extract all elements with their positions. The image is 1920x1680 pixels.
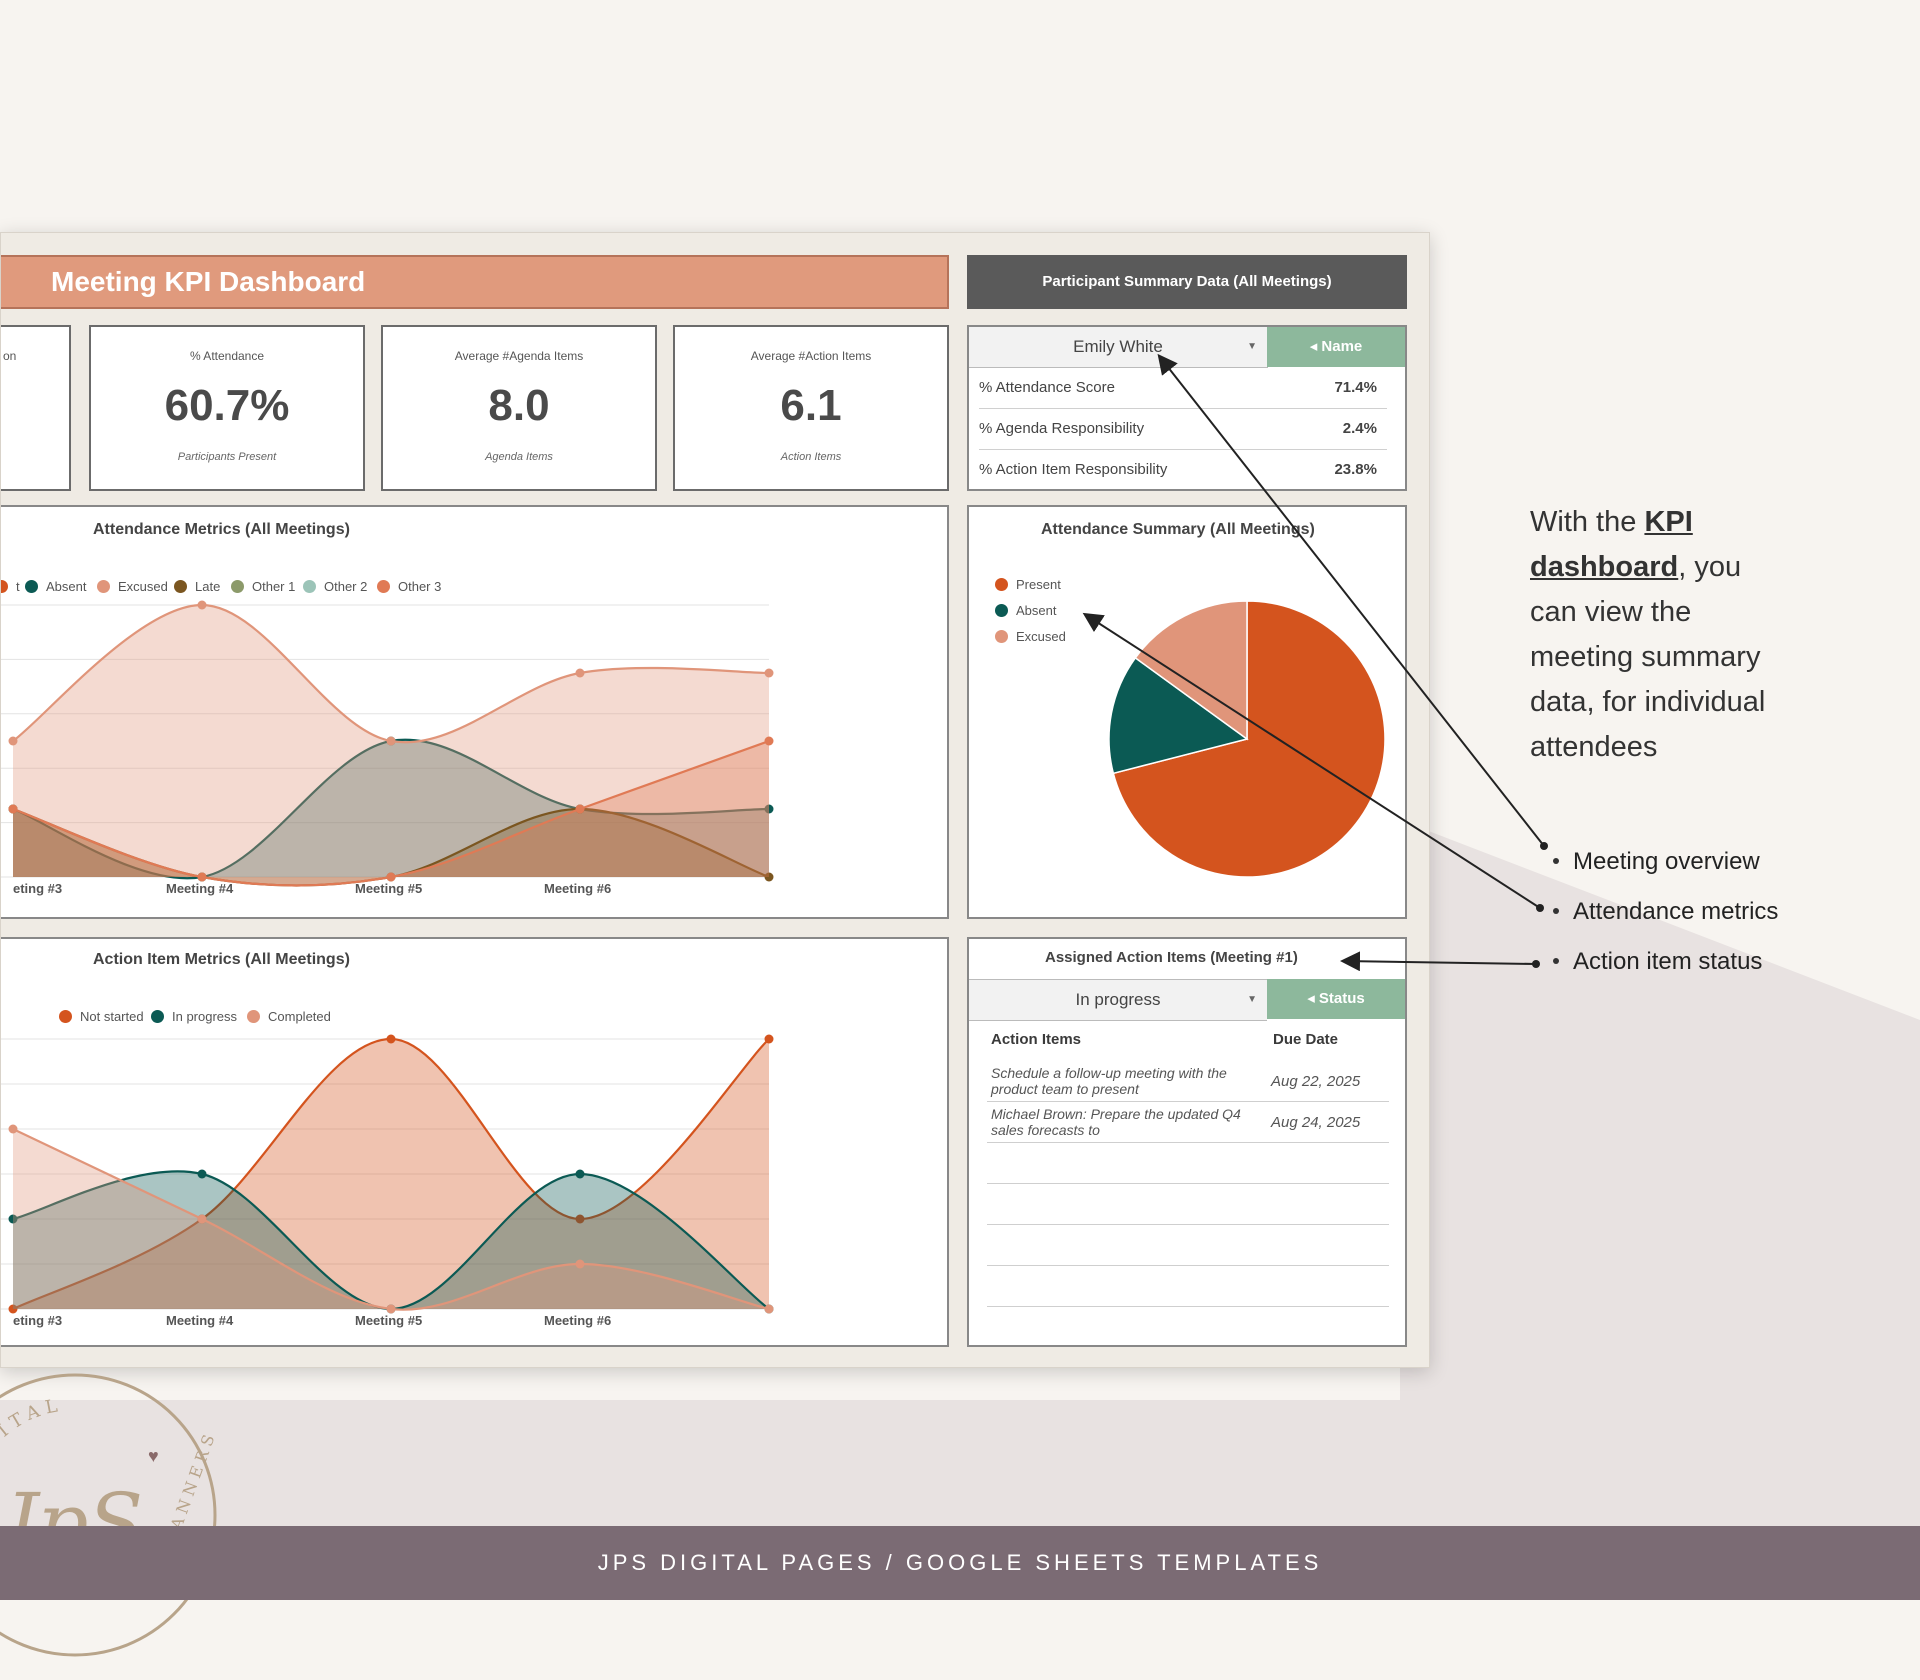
kpi-sublabel: Agenda Items: [485, 451, 553, 463]
kpi-card-partial: on: [1, 325, 71, 491]
x-tick-label: Meeting #6: [544, 881, 612, 896]
participant-dropdown[interactable]: Emily White ▼: [969, 327, 1268, 368]
kpi-value: 6.1: [780, 381, 842, 430]
x-tick-label: eting #3: [13, 1313, 63, 1328]
table-row[interactable]: Michael Brown: Prepare the updated Q4 sa…: [987, 1102, 1389, 1143]
x-tick-label: Meeting #4: [166, 881, 234, 896]
kpi-label: Average #Action Items: [750, 349, 872, 363]
x-tick-label: Meeting #5: [355, 881, 423, 896]
participant-metric-row: % Attendance Score 71.4%: [979, 368, 1387, 409]
svg-text:DIGITAL: DIGITAL: [0, 1394, 65, 1484]
participant-metric-row: % Action Item Responsibility 23.8%: [979, 450, 1387, 489]
data-point: [386, 1034, 396, 1044]
kpi-label: % Attendance: [189, 349, 265, 363]
data-point: [197, 600, 207, 610]
data-point: [8, 1124, 18, 1134]
data-point: [764, 736, 774, 746]
data-point: [197, 1214, 207, 1224]
footer-banner: JPS DIGITAL PAGES / GOOGLE SHEETS TEMPLA…: [0, 1526, 1920, 1600]
kpi-sublabel: Action Items: [780, 451, 842, 463]
data-point: [8, 736, 18, 746]
column-header-due-date: Due Date: [1273, 1031, 1339, 1048]
data-point: [575, 1169, 585, 1179]
data-point: [575, 804, 585, 814]
data-point: [764, 1034, 774, 1044]
brand-logo-seal: DIGITAL JpS PLANNERS ♥: [0, 1373, 220, 1657]
metric-value: 2.4%: [1342, 420, 1377, 437]
annotation-keyword-kpi: KPI: [1644, 506, 1693, 538]
action-item-metrics-chart-panel: Action Item Metrics (All Meetings) Not s…: [0, 937, 949, 1347]
metric-value: 23.8%: [1334, 461, 1377, 478]
kpi-card-attendance: % Attendance 60.7% Participants Present: [89, 325, 365, 491]
x-tick-label: Meeting #5: [355, 1313, 423, 1328]
x-tick-label: eting #3: [13, 881, 63, 896]
data-point: [575, 1259, 585, 1269]
action-item-area-chart[interactable]: [0, 939, 947, 1345]
action-items-title: Assigned Action Items (Meeting #1): [1045, 949, 1298, 966]
assigned-action-items-box: Assigned Action Items (Meeting #1) In pr…: [967, 937, 1407, 1347]
table-row-empty[interactable]: [987, 1266, 1389, 1307]
status-filter-chip[interactable]: ◂ Status: [1267, 979, 1405, 1019]
attendance-metrics-chart-panel: Attendance Metrics (All Meetings) t Absen…: [0, 505, 949, 919]
table-row-empty[interactable]: [987, 1143, 1389, 1184]
participant-metric-row: % Agenda Responsibility 2.4%: [979, 409, 1387, 450]
data-point: [8, 804, 18, 814]
status-selected-value: In progress: [1075, 990, 1161, 1009]
chevron-down-icon[interactable]: ▼: [1247, 980, 1257, 1020]
data-point: [764, 668, 774, 678]
table-row-empty[interactable]: [987, 1225, 1389, 1266]
chevron-down-icon[interactable]: ▼: [1247, 327, 1257, 367]
dashboard-title: Meeting KPI Dashboard: [1, 255, 949, 309]
data-point: [764, 1304, 774, 1314]
annotation-intro: With the: [1530, 506, 1645, 538]
attendance-area-chart[interactable]: [0, 507, 947, 917]
participant-summary-header: Participant Summary Data (All Meetings): [967, 255, 1407, 309]
kpi-label: on: [3, 349, 17, 363]
column-header-action-items: Action Items: [991, 1031, 1082, 1048]
kpi-label: Average #Agenda Items: [454, 349, 584, 363]
action-item-text: Michael Brown: Prepare the updated Q4 sa…: [991, 1106, 1241, 1138]
kpi-card-action-items: Average #Action Items 6.1 Action Items: [673, 325, 949, 491]
bullet-meeting-overview: Meeting overview: [1553, 848, 1760, 876]
data-point: [386, 736, 396, 746]
status-dropdown[interactable]: In progress ▼: [969, 979, 1267, 1021]
x-tick-label: Meeting #4: [166, 1313, 234, 1328]
table-row[interactable]: Schedule a follow-up meeting with the pr…: [987, 1061, 1389, 1102]
participant-selected-value: Emily White: [1073, 337, 1163, 356]
metric-label: % Action Item Responsibility: [979, 461, 1168, 478]
action-item-text: Schedule a follow-up meeting with the pr…: [991, 1065, 1227, 1097]
annotation-keyword-dashboard: dashboard: [1530, 551, 1679, 583]
participant-summary-box: Emily White ▼ ◂ Name % Attendance Score …: [967, 325, 1407, 491]
kpi-sublabel: Participants Present: [177, 451, 277, 463]
data-point: [197, 1169, 207, 1179]
metric-label: % Attendance Score: [979, 379, 1115, 396]
attendance-summary-panel: Attendance Summary (All Meetings) Presen…: [967, 505, 1407, 919]
kpi-value: 8.0: [488, 381, 550, 430]
action-item-due: Aug 22, 2025: [1271, 1073, 1361, 1090]
action-item-due: Aug 24, 2025: [1271, 1114, 1361, 1131]
name-filter-chip[interactable]: ◂ Name: [1267, 327, 1405, 367]
annotation-text: With the KPI dashboard, you can view the…: [1530, 500, 1790, 770]
kpi-card-agenda: Average #Agenda Items 8.0 Agenda Items: [381, 325, 657, 491]
table-row-empty[interactable]: [987, 1184, 1389, 1225]
bullet-attendance-metrics: Attendance metrics: [1553, 898, 1778, 926]
metric-value: 71.4%: [1334, 379, 1377, 396]
attendance-pie-chart[interactable]: [969, 507, 1405, 917]
kpi-value: 60.7%: [164, 381, 290, 430]
data-point: [575, 668, 585, 678]
dashboard-frame: Meeting KPI Dashboard Participant Summar…: [0, 232, 1430, 1368]
metric-label: % Agenda Responsibility: [979, 420, 1145, 437]
bullet-action-item-status: Action item status: [1553, 948, 1762, 976]
svg-text:♥: ♥: [148, 1446, 159, 1466]
x-tick-label: Meeting #6: [544, 1313, 612, 1328]
